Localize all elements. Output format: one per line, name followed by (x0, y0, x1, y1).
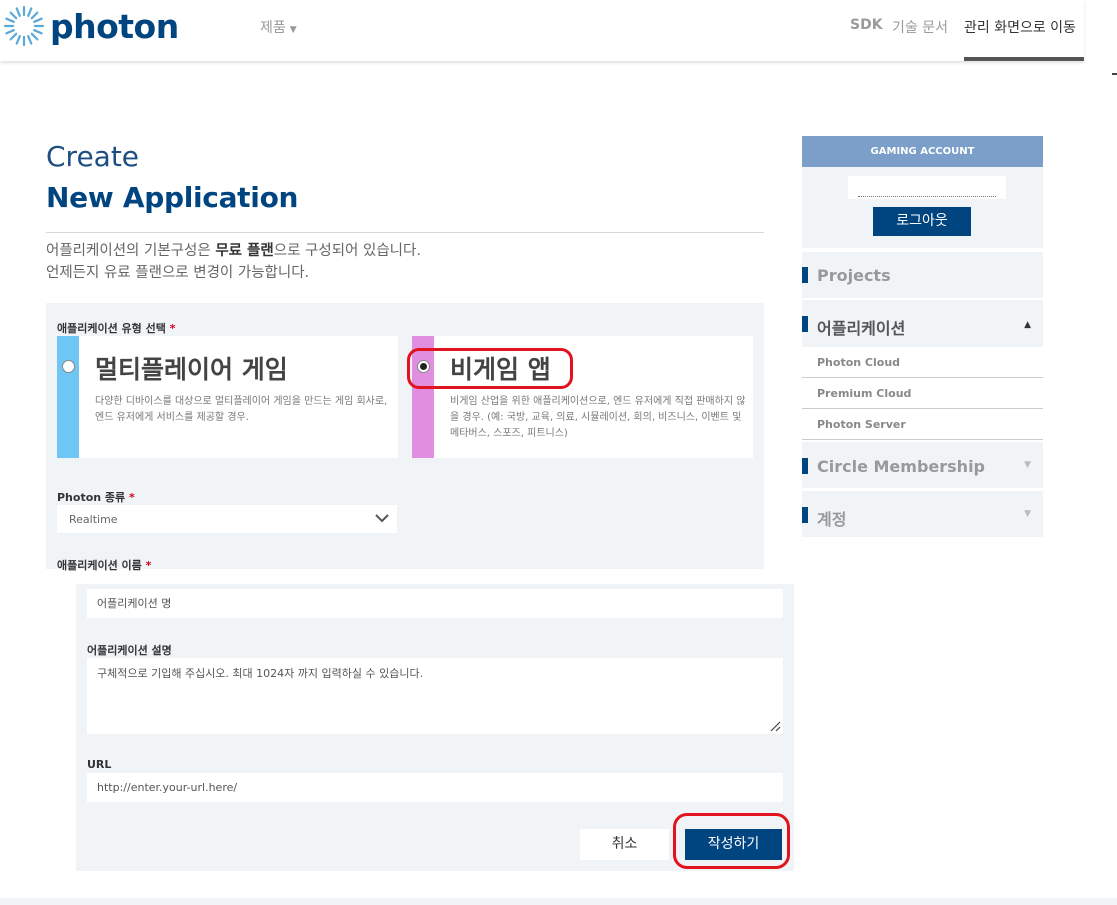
sidebar-marker (802, 316, 808, 332)
red-highlight-oval-option (407, 348, 573, 389)
option-description: 비게임 산업을 위한 애플리케이션으로, 엔드 유저에게 직접 판매하지 않을 … (450, 396, 746, 439)
sidebar-subitem-label: Photon Server (817, 418, 906, 431)
caret-down-icon: ▼ (289, 25, 297, 35)
sidebar-item-label: Projects (817, 266, 891, 285)
sidebar-subitem-label: Premium Cloud (817, 387, 912, 400)
active-nav-underline (964, 57, 1084, 61)
sidebar-item-projects[interactable]: Projects (802, 252, 1043, 298)
sidebar-marker (802, 458, 808, 474)
sidebar-item-label: 계정 (817, 510, 847, 529)
sidebar-marker (802, 507, 808, 523)
app-description-textarea[interactable]: 구체적으로 기입해 주십시오. 최대 1024자 까지 입력하실 수 있습니다. (87, 658, 783, 734)
chevron-up-icon: ▲ (1024, 320, 1031, 330)
app-type-label: 애플리케이션 유형 선택 * (57, 322, 176, 335)
sidebar-subitem-premium-cloud[interactable]: Premium Cloud (802, 379, 1043, 409)
option-description: 다양한 디바이스를 대상으로 멀티플레이어 게임을 만드는 게임 회사로, 엔드… (95, 396, 388, 423)
email-dotted-line (858, 196, 996, 197)
radio-multiplayer[interactable] (62, 360, 75, 373)
logout-button[interactable]: 로그아웃 (873, 207, 971, 236)
sidebar-subitem-photon-server[interactable]: Photon Server (802, 410, 1043, 440)
cancel-button[interactable]: 취소 (580, 829, 669, 860)
sidebar-marker (802, 267, 808, 283)
url-label: URL (87, 758, 112, 771)
chevron-down-icon: ▼ (1024, 460, 1031, 470)
nav-docs-link[interactable]: 기술 문서 (892, 17, 948, 37)
photon-type-label: Photon 종류 * (57, 491, 135, 504)
gaming-account-header: GAMING ACCOUNT (802, 136, 1043, 167)
account-email (848, 176, 1006, 199)
chevron-down-icon: ▼ (1024, 509, 1031, 519)
intro-line-1: 어플리케이션의 기본구성은 무료 플랜으로 구성되어 있습니다. (46, 243, 421, 259)
option-title: 멀티플레이어 게임 (95, 355, 288, 384)
intro-text: 어플리케이션의 기본구성은 무료 플랜으로 구성되어 있습니다. 언제든지 유료… (46, 240, 421, 284)
sidebar-subitem-photon-cloud[interactable]: Photon Cloud (802, 348, 1043, 378)
account-box: 로그아웃 (802, 167, 1043, 248)
nav-products-label: 제품 (260, 20, 286, 36)
photon-logo[interactable]: photon (2, 4, 179, 48)
photon-type-select[interactable]: Realtime (57, 505, 397, 533)
intro-line-2: 언제든지 유료 플랜으로 변경이 가능합니다. (46, 265, 310, 281)
sidebar-subitem-label: Photon Cloud (817, 356, 901, 369)
sidebar-item-applications[interactable]: 어플리케이션 ▲ (802, 300, 1043, 347)
app-type-option-multiplayer[interactable]: 멀티플레이어 게임 다양한 디바이스를 대상으로 멀티플레이어 게임을 만드는 … (57, 336, 398, 458)
title-divider (46, 232, 764, 233)
app-name-input[interactable]: 어플리케이션 명 (87, 589, 783, 618)
app-description-placeholder: 구체적으로 기입해 주십시오. 최대 1024자 까지 입력하실 수 있습니다. (97, 667, 424, 680)
sidebar-item-circle-membership[interactable]: Circle Membership ▼ (802, 442, 1043, 488)
app-name-label: 애플리케이션 이름 * (57, 559, 152, 572)
nav-products-menu[interactable]: 제품 ▼ (260, 17, 297, 37)
sidebar-item-label: 어플리케이션 (817, 319, 906, 338)
sidebar-item-label: Circle Membership (817, 457, 985, 476)
logo-text: photon (50, 6, 179, 46)
photon-type-value: Realtime (69, 513, 118, 526)
chevron-down-icon (375, 514, 389, 523)
page-title-create: Create (46, 140, 140, 173)
resize-grip-icon[interactable] (769, 720, 781, 732)
nav-manage-link[interactable]: 관리 화면으로 이동 (964, 17, 1076, 37)
sidebar-item-account[interactable]: 계정 ▼ (802, 491, 1043, 537)
option-color-bar (57, 336, 79, 458)
red-highlight-oval-create (673, 813, 790, 869)
page-title-new-application: New Application (46, 181, 299, 214)
nav-sdk-link[interactable]: SDK (850, 17, 883, 33)
footer-band (0, 898, 1117, 905)
scroll-indicator (1112, 73, 1117, 75)
url-input[interactable]: http://enter.your-url.here/ (87, 773, 783, 802)
top-nav-bar: photon 제품 ▼ SDK 기술 문서 관리 화면으로 이동 (0, 0, 1084, 61)
page: photon 제품 ▼ SDK 기술 문서 관리 화면으로 이동 Create N… (0, 0, 1117, 905)
app-description-label: 어플리케이션 설명 (87, 644, 172, 657)
photon-sunburst-icon (3, 5, 45, 47)
